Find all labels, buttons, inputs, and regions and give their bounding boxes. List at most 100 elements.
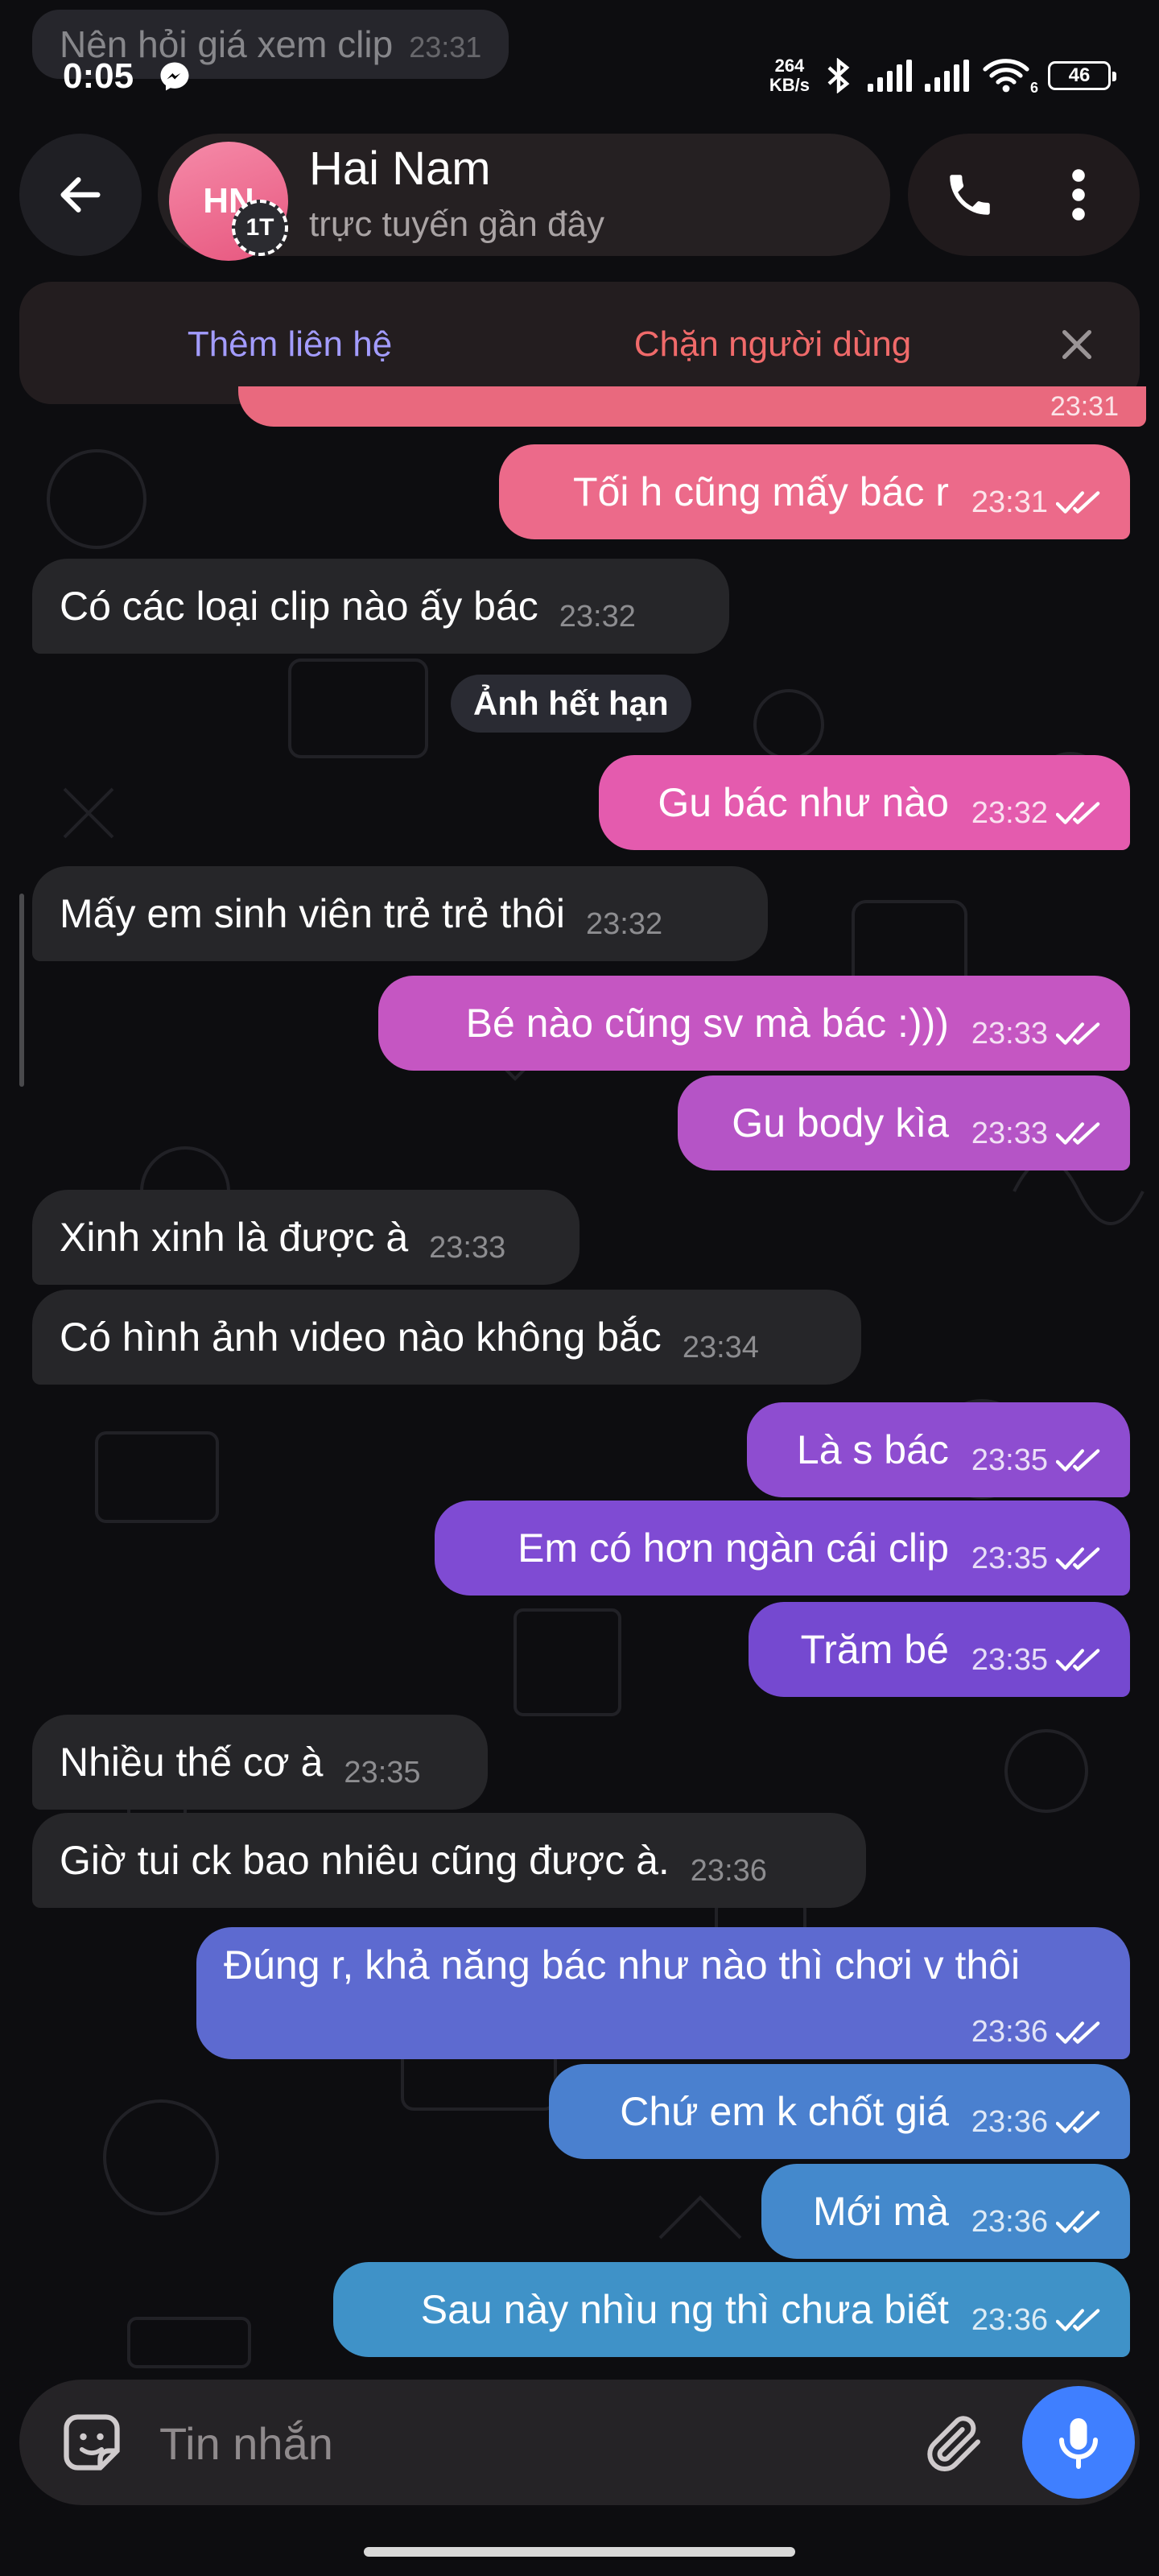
message-time: 23:35	[971, 1541, 1048, 1575]
double-check-icon	[1056, 1022, 1100, 1045]
incoming-message[interactable]: Nhiều thế cơ à 23:35	[32, 1715, 488, 1810]
outgoing-message[interactable]: Là s bác 23:35	[747, 1402, 1130, 1497]
network-speed: 264 KB/s	[769, 56, 810, 95]
message-time: 23:32	[559, 599, 636, 634]
message-input[interactable]	[158, 2407, 885, 2479]
wifi-icon: 6	[982, 56, 1038, 96]
message-text: Tối h cũng mấy bác r	[573, 469, 949, 514]
message-time: 23:36	[971, 2104, 1048, 2139]
message-time: 23:36	[971, 2204, 1048, 2239]
paperclip-icon	[927, 2416, 980, 2472]
message-meta: 23:36	[971, 2015, 1103, 2050]
message-meta: 23:33	[429, 1231, 505, 1265]
sticker-icon	[64, 2414, 120, 2471]
message-meta: 23:32	[971, 796, 1103, 831]
outgoing-message[interactable]: Trăm bé 23:35	[749, 1602, 1130, 1697]
message-time: 23:35	[971, 1642, 1048, 1677]
story-badge-text: 1T	[245, 214, 274, 241]
block-user-button[interactable]: Chặn người dùng	[596, 314, 950, 375]
message-text: Mấy em sinh viên trẻ trẻ thôi	[60, 891, 566, 936]
outgoing-message[interactable]: Bé nào cũng sv mà bác :))) 23:33	[378, 976, 1130, 1071]
call-button[interactable]	[918, 145, 1022, 245]
message-meta: 23:32	[586, 907, 662, 942]
incoming-message[interactable]: Giờ tui ck bao nhiêu cũng được à. 23:36	[32, 1813, 866, 1908]
outgoing-message[interactable]: Sau này nhìu ng thì chưa biết 23:36	[333, 2262, 1130, 2357]
battery-level: 46	[1068, 64, 1091, 86]
message-time: 23:31	[971, 485, 1048, 519]
cell-signal-2-icon	[925, 60, 969, 92]
voice-record-button[interactable]	[1022, 2386, 1135, 2499]
close-bar-button[interactable]	[1046, 316, 1107, 374]
message-time: 23:35	[971, 1443, 1048, 1477]
incoming-message[interactable]: Có hình ảnh video nào không bắc 23:34	[32, 1290, 861, 1385]
double-check-icon	[1056, 1649, 1100, 1671]
double-check-icon	[1056, 1547, 1100, 1570]
scrollbar[interactable]	[19, 894, 24, 1087]
message-text: Gu bác như nào	[658, 780, 949, 825]
arrow-left-icon	[60, 177, 101, 213]
attach-button[interactable]	[918, 2407, 990, 2479]
double-check-icon	[1056, 802, 1100, 824]
message-meta: 23:34	[683, 1331, 759, 1365]
message-meta: 23:31	[971, 485, 1103, 520]
double-check-icon	[1056, 491, 1100, 514]
outgoing-message[interactable]: Gu bác như nào 23:32	[599, 755, 1130, 850]
message-meta: 23:31	[1050, 391, 1119, 423]
message-bubble-partial[interactable]: 23:31	[238, 386, 1146, 427]
message-meta: 23:36	[971, 2105, 1103, 2140]
story-badge: 1T	[232, 200, 288, 256]
double-check-icon	[1056, 2021, 1100, 2044]
sticker-button[interactable]	[56, 2407, 127, 2478]
double-check-icon	[1056, 2309, 1100, 2331]
message-meta: 23:35	[344, 1756, 420, 1790]
message-text: Mới mà	[813, 2189, 949, 2234]
outgoing-message[interactable]: Gu body kìa 23:33	[678, 1075, 1130, 1170]
phone-icon	[950, 175, 990, 215]
message-time: 23:35	[344, 1755, 421, 1790]
message-text: Có hình ảnh video nào không bắc	[60, 1315, 662, 1360]
message-time: 23:36	[971, 2302, 1048, 2337]
outgoing-message[interactable]: Mới mà 23:36	[761, 2164, 1130, 2259]
outgoing-message[interactable]: Em có hơn ngàn cái clip 23:35	[435, 1501, 1130, 1596]
home-indicator[interactable]	[364, 2547, 795, 2557]
incoming-message[interactable]: Có các loại clip nào ấy bác 23:32	[32, 559, 729, 654]
message-meta: 23:35	[971, 1542, 1103, 1576]
message-time: 23:33	[971, 1116, 1048, 1150]
expired-photo-chip: Ảnh hết hạn	[451, 675, 691, 733]
message-meta: 23:33	[971, 1117, 1103, 1151]
back-button[interactable]	[19, 134, 142, 256]
message-text: Giờ tui ck bao nhiêu cũng được à.	[60, 1838, 670, 1883]
message-time: 23:36	[690, 1853, 767, 1888]
outgoing-message[interactable]: Tối h cũng mấy bác r 23:31	[499, 444, 1130, 539]
message-meta: 23:36	[691, 1854, 767, 1889]
incoming-message[interactable]: Mấy em sinh viên trẻ trẻ thôi 23:32	[32, 866, 768, 961]
message-text: Bé nào cũng sv mà bác :)))	[465, 1001, 949, 1046]
message-meta: 23:36	[971, 2205, 1103, 2240]
incoming-message[interactable]: Xinh xinh là được à 23:33	[32, 1190, 580, 1285]
message-time: 23:32	[586, 906, 663, 941]
message-text: Trăm bé	[800, 1627, 949, 1672]
double-check-icon	[1056, 1449, 1100, 1472]
outgoing-message[interactable]: Chứ em k chốt giá 23:36	[549, 2064, 1130, 2159]
message-text: Là s bác	[796, 1427, 949, 1472]
message-time: 23:33	[971, 1016, 1048, 1051]
message-text: Chứ em k chốt giá	[620, 2089, 949, 2134]
message-text: Gu body kìa	[732, 1100, 949, 1146]
add-contact-button[interactable]: Thêm liên hệ	[105, 314, 475, 375]
message-meta: 23:32	[559, 600, 636, 634]
message-time: 23:33	[429, 1230, 506, 1265]
outgoing-message[interactable]: Đúng r, khả năng bác như nào thì chơi v …	[196, 1927, 1130, 2059]
microphone-icon	[1059, 2418, 1098, 2469]
message-time: 23:36	[971, 2015, 1048, 2049]
more-options-button[interactable]	[1030, 145, 1127, 245]
message-text: Đúng r, khả năng bác như nào thì chơi v …	[224, 1942, 1021, 1988]
contact-name[interactable]: Hai Nam	[309, 142, 491, 196]
message-time: 23:31	[1050, 390, 1119, 422]
cell-signal-icon	[868, 60, 912, 92]
network-speed-unit: KB/s	[769, 75, 810, 95]
double-check-icon	[1056, 1122, 1100, 1145]
message-time: 23:34	[682, 1330, 759, 1364]
more-vertical-icon	[1072, 169, 1085, 221]
message-text: Xinh xinh là được à	[60, 1215, 409, 1260]
message-meta: 23:36	[971, 2303, 1103, 2338]
